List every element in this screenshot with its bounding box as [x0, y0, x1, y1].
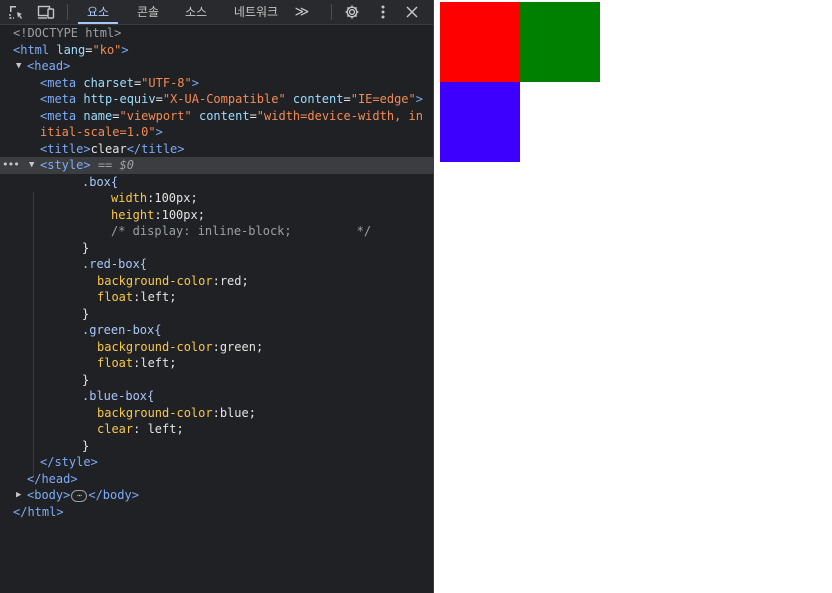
- css-declaration-line[interactable]: background-color:green;: [0, 339, 433, 356]
- html-close-line[interactable]: </html>: [0, 504, 433, 521]
- style-close-line[interactable]: </style>: [0, 454, 433, 471]
- css-declaration-line[interactable]: height:100px;: [0, 207, 433, 224]
- tab-console[interactable]: 콘솔: [128, 0, 168, 24]
- doctype-line[interactable]: <!DOCTYPE html>: [0, 25, 433, 42]
- body-line[interactable]: ▶ <body> ⋯ </body>: [0, 487, 433, 504]
- tab-sources[interactable]: 소스: [176, 0, 216, 24]
- css-selector-line[interactable]: .red-box{: [0, 256, 433, 273]
- device-toolbar-icon[interactable]: [36, 2, 56, 22]
- tab-network[interactable]: 네트워크: [226, 0, 286, 24]
- close-icon[interactable]: [402, 2, 422, 22]
- kebab-menu-icon[interactable]: [373, 2, 393, 22]
- css-selector-line[interactable]: .green-box{: [0, 322, 433, 339]
- meta-viewport-line[interactable]: <meta name="viewport" content="width=dev…: [0, 108, 433, 125]
- head-close-line[interactable]: </head>: [0, 471, 433, 488]
- css-comment-line[interactable]: /* display: inline-block; */: [0, 223, 433, 240]
- expand-triangle-icon[interactable]: ▼: [16, 58, 21, 75]
- css-selector-line[interactable]: .blue-box{: [0, 388, 433, 405]
- css-brace-line[interactable]: }: [0, 438, 433, 455]
- meta-http-equiv-line[interactable]: <meta http-equiv="X-UA-Compatible" conte…: [0, 91, 433, 108]
- css-brace-line[interactable]: }: [0, 306, 433, 323]
- collapsed-triangle-icon[interactable]: ▶: [16, 487, 21, 504]
- expand-triangle-icon[interactable]: ▼: [29, 157, 34, 174]
- head-open-line[interactable]: ▼ <head>: [0, 58, 433, 75]
- more-actions-icon[interactable]: •••: [2, 157, 20, 174]
- inspect-element-icon[interactable]: [6, 2, 26, 22]
- title-line[interactable]: <title>clear</title>: [0, 141, 433, 158]
- tab-elements[interactable]: 요소: [78, 0, 118, 24]
- green-box: [520, 2, 600, 82]
- meta-viewport-line-cont[interactable]: itial-scale=1.0">: [0, 124, 433, 141]
- css-declaration-line[interactable]: float:left;: [0, 355, 433, 372]
- css-declaration-line[interactable]: width:100px;: [0, 190, 433, 207]
- devtools-toolbar: 요소 콘솔 소스 네트워크 ≫: [0, 0, 433, 25]
- rendered-page: [434, 0, 832, 593]
- css-declaration-line[interactable]: float:left;: [0, 289, 433, 306]
- css-brace-line[interactable]: }: [0, 372, 433, 389]
- more-tabs-button[interactable]: ≫: [290, 0, 314, 24]
- gear-icon[interactable]: [342, 2, 362, 22]
- css-brace-line[interactable]: }: [0, 240, 433, 257]
- html-open-line[interactable]: <html lang="ko">: [0, 42, 433, 59]
- blue-box: [440, 82, 520, 162]
- css-declaration-line[interactable]: background-color:red;: [0, 273, 433, 290]
- devtools-panel: 요소 콘솔 소스 네트워크 ≫ <!DOCTYPE html> <html la…: [0, 0, 434, 593]
- expand-ellipsis-button[interactable]: ⋯: [71, 489, 88, 502]
- css-block: .box{width:100px; height:100px;/* display…: [0, 174, 433, 455]
- css-declaration-line[interactable]: background-color:blue;: [0, 405, 433, 422]
- meta-charset-line[interactable]: <meta charset="UTF-8">: [0, 75, 433, 92]
- style-open-line[interactable]: ••• ▼ <style> == $0: [0, 157, 433, 174]
- red-box: [440, 2, 520, 82]
- css-declaration-line[interactable]: clear: left;: [0, 421, 433, 438]
- elements-tree: <!DOCTYPE html> <html lang="ko"> ▼ <head…: [0, 25, 433, 520]
- css-selector-line[interactable]: .box{: [0, 174, 433, 191]
